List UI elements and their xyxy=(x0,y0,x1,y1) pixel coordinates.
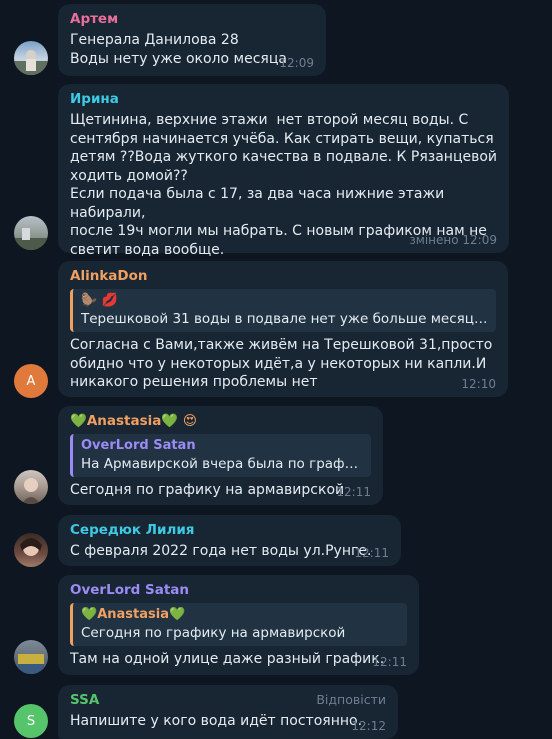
sender-name[interactable]: 💚Anastasia💚 😍 xyxy=(70,412,371,430)
reply-button[interactable]: Відповісти xyxy=(316,692,386,707)
sender-name[interactable]: Ирина xyxy=(70,90,497,108)
photo-avatar-icon xyxy=(22,478,40,504)
avatar-letter: S xyxy=(26,713,36,729)
avatar[interactable]: S xyxy=(14,704,48,738)
message-bubble[interactable]: Артем Генерала Данилова 28 Воды нету уже… xyxy=(58,4,326,76)
reply-text: Терешковой 31 воды в подвале нет уже бол… xyxy=(81,311,488,327)
reply-text: Сегодня по графику на армавирской xyxy=(81,625,346,641)
message-bubble[interactable]: 💚Anastasia💚 😍 OverLord Satan На Армавирс… xyxy=(58,406,383,505)
sender-name[interactable]: Середюк Лилия xyxy=(70,521,389,539)
sender-name-text: Anastasia xyxy=(86,413,162,429)
photo-avatar-icon xyxy=(14,228,48,250)
reply-sender: 💚Anastasia💚 xyxy=(81,606,399,624)
message-text: С февраля 2022 года нет воды ул.Рунге. xyxy=(70,543,372,559)
avatar[interactable] xyxy=(14,216,48,250)
reply-preview[interactable]: 💚Anastasia💚 Сегодня по графику на армави… xyxy=(70,603,407,646)
message-bubble[interactable]: AlinkaDon 🦫 💋 Терешковой 31 воды в подва… xyxy=(58,261,508,397)
reply-sender-text: Anastasia xyxy=(97,607,169,622)
green-heart-icon: 💚 xyxy=(161,413,179,429)
avatar[interactable] xyxy=(14,533,48,567)
message-time: 12:11 xyxy=(354,546,389,560)
reply-preview[interactable]: OverLord Satan На Армавирской вчера была… xyxy=(70,434,371,477)
message-bubble[interactable]: OverLord Satan 💚Anastasia💚 Сегодня по гр… xyxy=(58,575,419,675)
message-time: 12:11 xyxy=(372,655,407,669)
message-time: 12:09 xyxy=(279,56,314,70)
photo-avatar-icon xyxy=(14,50,48,75)
heart-eyes-emoji-icon: 😍 xyxy=(182,413,197,429)
sender-name[interactable]: Артем xyxy=(70,10,314,28)
sender-name[interactable]: AlinkaDon xyxy=(70,267,496,285)
message-time: 12:12 xyxy=(351,719,386,733)
reply-text: На Армавирской вчера была по графи... xyxy=(81,456,363,472)
message-time: 12:11 xyxy=(336,485,371,499)
avatar-letter: A xyxy=(26,373,36,389)
photo-avatar-icon xyxy=(18,654,44,674)
message-bubble[interactable]: Середюк Лилия С февраля 2022 года нет во… xyxy=(58,515,401,566)
reply-preview[interactable]: 🦫 💋 Терешковой 31 воды в подвале нет уже… xyxy=(70,289,496,332)
chat-message-list: Артем Генерала Данилова 28 Воды нету уже… xyxy=(0,0,552,739)
message-bubble[interactable]: Ирина Щетинина, верхние этажи нет второй… xyxy=(58,84,509,258)
reply-sender: OverLord Satan xyxy=(81,438,196,453)
green-heart-icon: 💚 xyxy=(70,413,87,429)
message-time: 12:10 xyxy=(461,377,496,391)
reply-sender: 🦫 💋 xyxy=(81,293,118,308)
green-heart-icon: 💚 xyxy=(168,607,186,622)
avatar[interactable] xyxy=(14,640,48,674)
message-text: Согласна с Вами,также живём на Терешково… xyxy=(70,337,493,390)
message-bubble[interactable]: SSA Відповісти Напишите у кого вода идёт… xyxy=(58,685,398,739)
green-heart-icon: 💚 xyxy=(81,607,98,622)
message-text: Напишите у кого вода идёт постоянно. xyxy=(70,713,363,729)
avatar[interactable] xyxy=(14,41,48,75)
message-time: змінено 12:09 xyxy=(409,233,497,247)
photo-avatar-icon xyxy=(20,538,42,556)
avatar[interactable] xyxy=(14,470,48,504)
message-text: Там на одной улице даже разный график. xyxy=(70,651,385,667)
avatar[interactable]: A xyxy=(14,364,48,398)
message-text: Генерала Данилова 28 Воды нету уже около… xyxy=(70,32,287,67)
sender-name[interactable]: OverLord Satan xyxy=(70,581,407,599)
message-text: Сегодня по графику на армавирской xyxy=(70,482,345,498)
